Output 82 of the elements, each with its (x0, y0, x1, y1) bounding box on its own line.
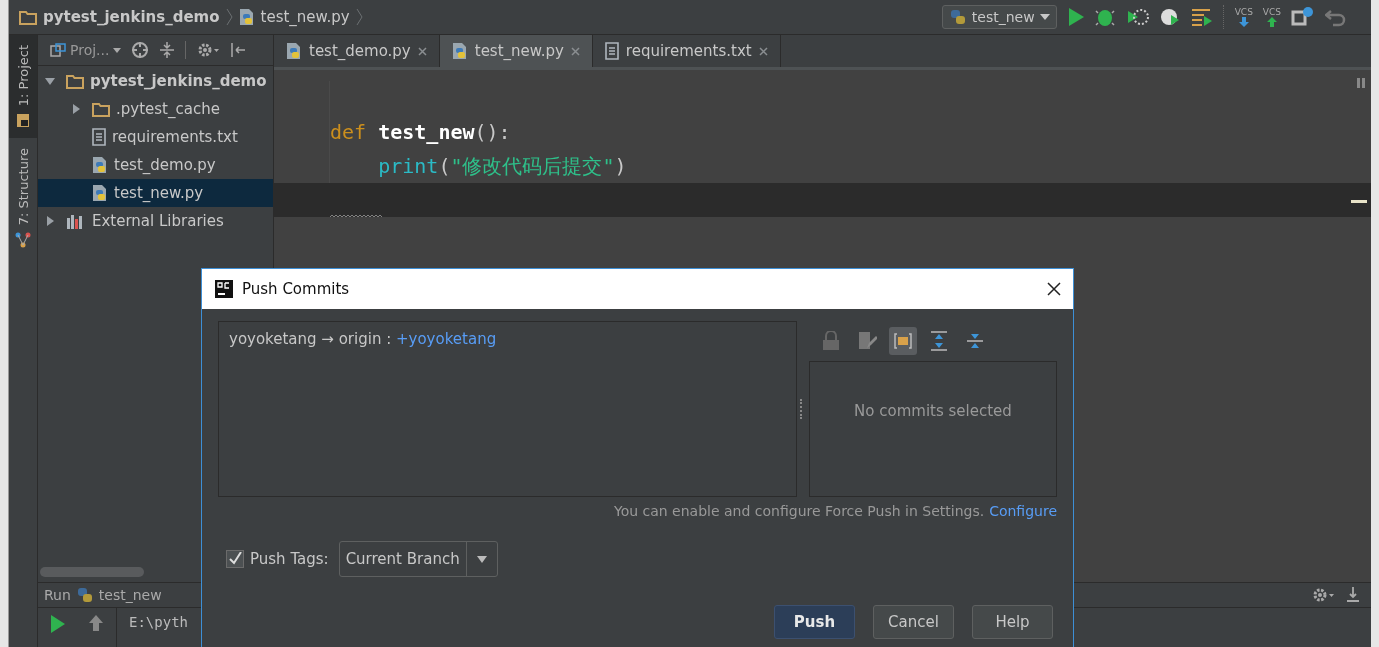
run-icon[interactable] (1066, 7, 1085, 27)
chevron-icon (355, 8, 363, 26)
settings-icon[interactable] (1311, 586, 1335, 604)
dialog-button[interactable]: Push (774, 605, 855, 639)
console-output: E:\pyth (128, 613, 188, 632)
tree-item[interactable]: External Libraries (38, 207, 273, 235)
folder-icon (16, 112, 30, 129)
chevron-icon (225, 8, 233, 26)
up-arrow-icon[interactable] (88, 614, 104, 632)
project-view-dropdown[interactable]: Proj... (50, 42, 122, 58)
app-logo-icon (215, 280, 233, 298)
tool-window-tab[interactable]: 1: Project (9, 35, 37, 139)
push-target-item[interactable]: yoyoketang → origin : +yoyoketang (229, 330, 497, 348)
scroll-marker (1351, 200, 1367, 203)
python-icon (948, 8, 967, 26)
vcs-update-button[interactable]: VCS (1234, 7, 1253, 27)
run-list-icon[interactable] (1190, 7, 1213, 27)
python-file-icon (92, 156, 108, 174)
warning-underline (330, 214, 384, 218)
collapse-arrow-icon[interactable] (44, 75, 56, 87)
profile-icon[interactable] (1158, 7, 1181, 27)
details-icon[interactable] (893, 332, 913, 350)
history-icon[interactable] (1291, 6, 1315, 28)
undo-icon[interactable] (1325, 7, 1347, 27)
collapse-all-icon[interactable] (159, 41, 176, 59)
hide-panel-icon[interactable] (1345, 586, 1361, 604)
locate-icon[interactable] (131, 41, 150, 59)
caret-icon (476, 555, 487, 563)
editor-tab[interactable]: requirements.txt (592, 35, 781, 67)
checkbox-label[interactable]: Push Tags: (250, 550, 329, 568)
breadcrumb-item[interactable]: test_new.py (238, 8, 350, 26)
text-file-icon (92, 128, 106, 146)
tree-item[interactable]: pytest_jenkins_demo (38, 67, 273, 95)
dialog-button[interactable]: Help (972, 605, 1053, 639)
structure-icon (15, 231, 31, 248)
folder-icon (66, 73, 84, 89)
tree-item[interactable]: test_demo.py (38, 151, 273, 179)
bug-icon[interactable] (1094, 7, 1117, 27)
text-file-icon (604, 42, 619, 60)
expand-all-icon[interactable] (930, 331, 948, 351)
run-tab[interactable]: Run test_new (44, 587, 162, 603)
tree-item[interactable]: requirements.txt (38, 123, 273, 151)
tool-window-tab[interactable]: 7: Structure (9, 138, 37, 258)
tree-item[interactable]: test_new.py (38, 179, 273, 207)
caret-icon (1039, 14, 1050, 20)
windows-icon (50, 43, 66, 57)
collapse-all-icon[interactable] (966, 331, 984, 351)
caret-icon (113, 47, 122, 53)
run-configuration-dropdown[interactable]: test_new (941, 5, 1057, 29)
expand-arrow-icon[interactable] (70, 103, 82, 115)
editor-tab[interactable]: test_demo.py (274, 35, 440, 67)
dialog-title: Push Commits (242, 280, 350, 298)
tags-dropdown[interactable]: Current Branch (338, 541, 498, 577)
down-arrow-icon (1238, 17, 1249, 27)
python-icon (76, 587, 93, 603)
coverage-icon[interactable] (1126, 7, 1149, 27)
up-arrow-icon (1266, 17, 1277, 27)
python-file-icon (286, 42, 302, 60)
close-icon[interactable] (1047, 282, 1061, 296)
folder-icon (92, 101, 110, 117)
hide-panel-icon[interactable] (230, 42, 247, 58)
editor-tab[interactable]: test_new.py (439, 35, 593, 67)
checkbox[interactable] (226, 550, 244, 568)
force-push-hint: You can enable and configure Force Push in Settings. (613, 503, 985, 519)
edit-icon[interactable] (857, 331, 877, 351)
run-icon[interactable] (50, 614, 66, 634)
settings-icon[interactable] (196, 41, 221, 59)
configure-link[interactable]: Configure (989, 503, 1057, 519)
empty-message: No commits selected (854, 402, 1012, 422)
breadcrumb-item[interactable]: pytest_jenkins_demo (19, 8, 220, 26)
expand-arrow-icon[interactable] (44, 215, 56, 227)
pause-icon (1357, 78, 1365, 88)
python-file-icon (92, 184, 108, 202)
folder-icon (19, 9, 37, 25)
scrollbar[interactable] (40, 567, 144, 577)
dialog-button[interactable]: Cancel (873, 605, 954, 639)
python-file-icon (451, 42, 468, 60)
tree-item[interactable]: .pytest_cache (38, 95, 273, 123)
code-line: print("修改代码后提交") (377, 152, 627, 180)
vcs-commit-button[interactable]: VCS (1262, 7, 1281, 27)
code-line: def test_new(): (330, 120, 511, 144)
python-file-icon (238, 8, 255, 26)
